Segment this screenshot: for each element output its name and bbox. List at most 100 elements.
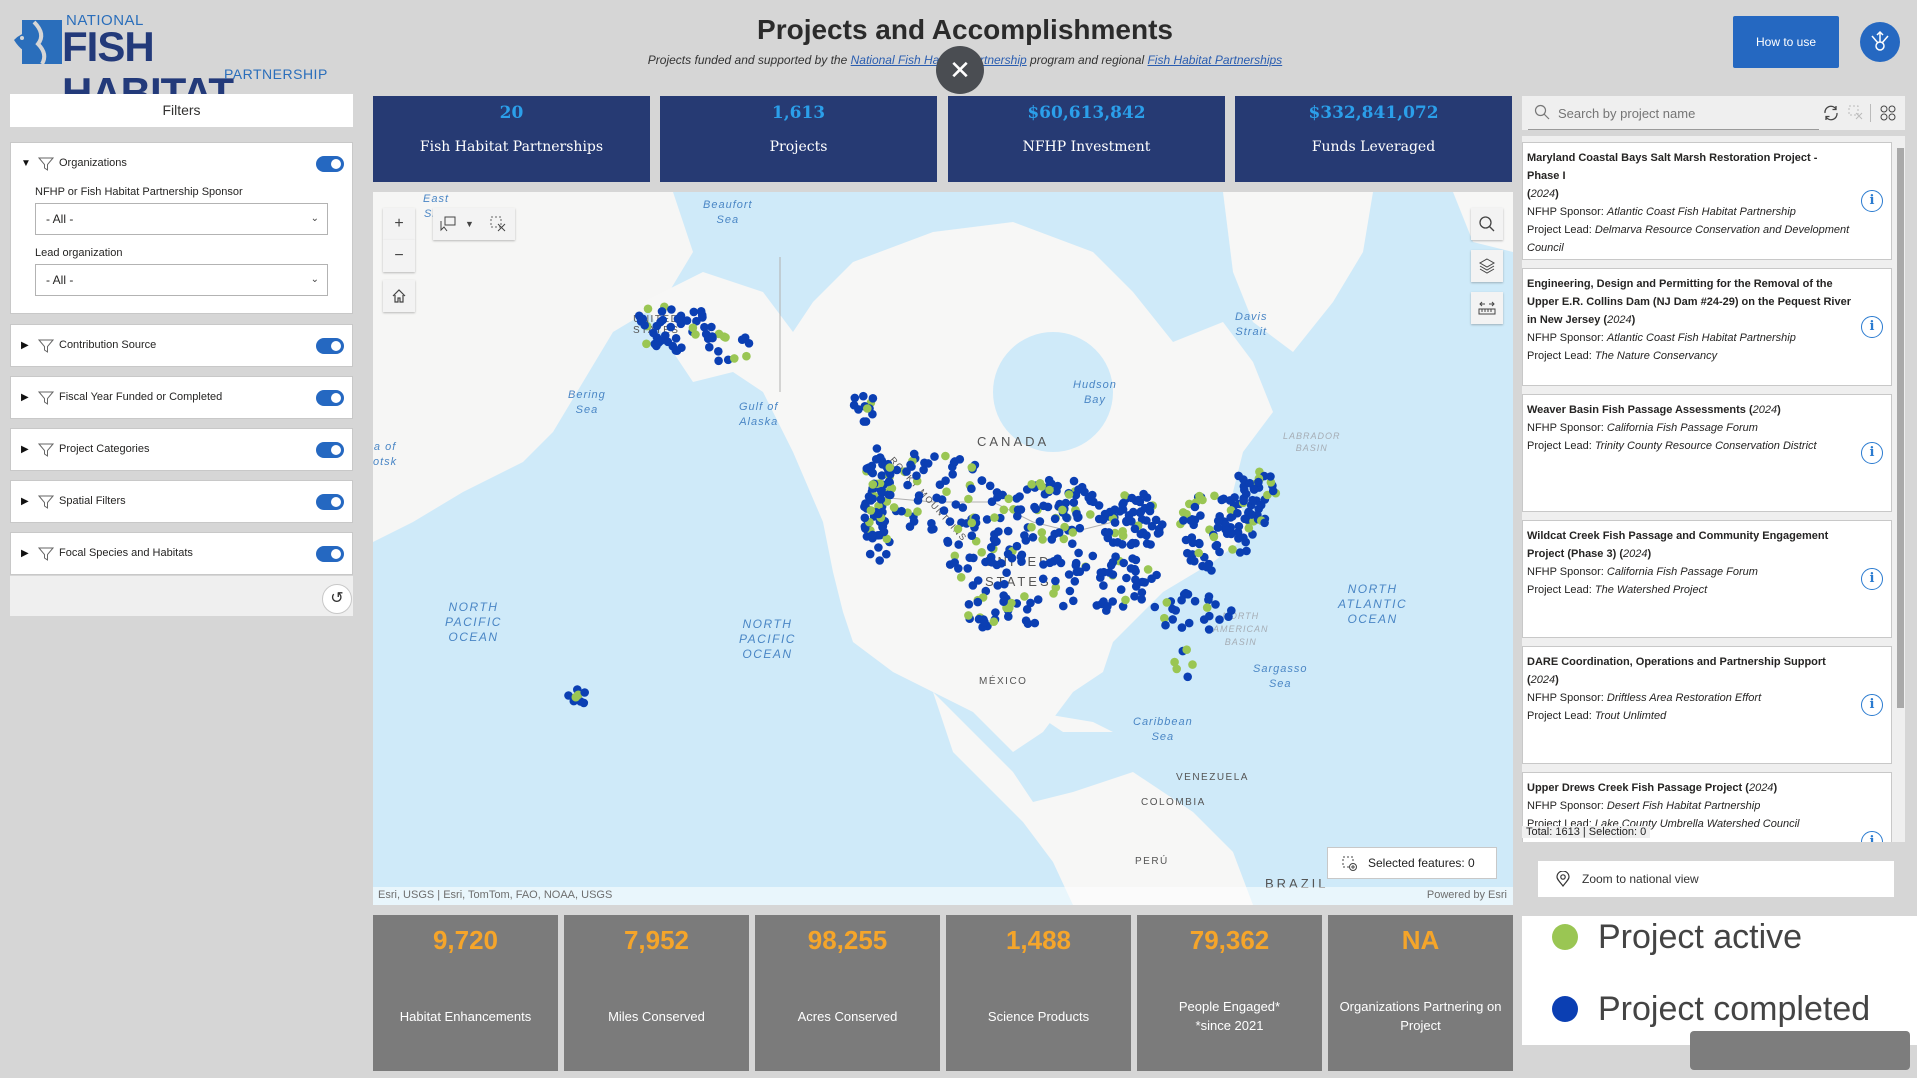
project-point[interactable]: [1039, 501, 1048, 511]
project-point[interactable]: [863, 404, 872, 413]
fhp-link[interactable]: Fish Habitat Partnerships: [1147, 53, 1282, 67]
project-point[interactable]: [1096, 568, 1106, 577]
project-point[interactable]: [1256, 500, 1266, 510]
project-point[interactable]: [875, 556, 884, 565]
project-point[interactable]: [987, 558, 997, 567]
project-point[interactable]: [1140, 578, 1149, 587]
project-point[interactable]: [964, 600, 974, 609]
project-point[interactable]: [927, 519, 936, 528]
project-point[interactable]: [913, 507, 922, 516]
project-point[interactable]: [1204, 625, 1214, 634]
collapse-caret-icon[interactable]: ▼: [21, 158, 31, 169]
project-point[interactable]: [941, 451, 950, 461]
project-point[interactable]: [877, 486, 886, 496]
filter-toggle-fiscal-year[interactable]: [316, 390, 344, 406]
project-point[interactable]: [967, 518, 977, 528]
project-point[interactable]: [937, 495, 947, 504]
project-point[interactable]: [868, 468, 877, 478]
expand-caret-icon[interactable]: ▶: [21, 548, 29, 559]
clear-selection-icon[interactable]: [1848, 105, 1864, 121]
project-point[interactable]: [1064, 490, 1074, 499]
project-point[interactable]: [1182, 645, 1191, 654]
project-point[interactable]: [1161, 620, 1170, 630]
project-point[interactable]: [1240, 514, 1249, 524]
project-point[interactable]: [580, 688, 589, 697]
project-point[interactable]: [721, 333, 730, 342]
filter-toggle-organizations[interactable]: [316, 156, 344, 172]
powered-by-esri[interactable]: Powered by Esri: [1427, 889, 1507, 901]
project-point[interactable]: [950, 558, 959, 567]
project-point[interactable]: [1038, 535, 1047, 544]
project-point[interactable]: [1071, 558, 1081, 568]
project-point[interactable]: [885, 463, 895, 472]
project-point[interactable]: [950, 457, 960, 466]
project-point[interactable]: [1068, 539, 1077, 548]
project-point[interactable]: [1171, 606, 1180, 615]
project-point[interactable]: [1146, 540, 1155, 549]
project-point[interactable]: [642, 339, 651, 349]
project-point[interactable]: [942, 487, 951, 497]
project-point[interactable]: [1235, 548, 1245, 557]
project-point[interactable]: [868, 530, 877, 540]
project-point[interactable]: [868, 480, 878, 489]
project-point[interactable]: [964, 494, 973, 504]
scrollbar-thumb[interactable]: [1897, 148, 1904, 708]
select-by-rectangle-icon[interactable]: [439, 215, 457, 233]
project-card[interactable]: DARE Coordination, Operations and Partne…: [1522, 646, 1892, 764]
project-point[interactable]: [956, 573, 966, 582]
project-point[interactable]: [1131, 555, 1141, 565]
project-point[interactable]: [1104, 528, 1114, 537]
project-point[interactable]: [1239, 533, 1248, 542]
project-point[interactable]: [705, 342, 714, 352]
project-point[interactable]: [1222, 525, 1231, 535]
zoom-to-national-view-button[interactable]: Zoom to national view: [1538, 861, 1894, 897]
project-point[interactable]: [708, 332, 717, 341]
project-card[interactable]: Maryland Coastal Bays Salt Marsh Restora…: [1522, 142, 1892, 260]
project-point[interactable]: [1184, 618, 1194, 628]
project-point[interactable]: [1045, 485, 1054, 495]
project-point[interactable]: [714, 347, 723, 356]
project-point[interactable]: [943, 536, 952, 546]
project-point[interactable]: [1020, 531, 1029, 540]
project-point[interactable]: [1183, 548, 1192, 558]
project-point[interactable]: [1230, 493, 1239, 502]
project-point[interactable]: [954, 540, 963, 549]
project-point[interactable]: [1108, 558, 1118, 567]
project-point[interactable]: [1004, 612, 1013, 621]
project-point[interactable]: [571, 692, 581, 702]
filter-section-focal-species[interactable]: ▶ Focal Species and Habitats: [10, 532, 353, 575]
project-point[interactable]: [1015, 492, 1024, 501]
expand-caret-icon[interactable]: ▶: [21, 340, 29, 351]
sponsor-dropdown[interactable]: - All - ⌄: [35, 203, 328, 235]
info-icon[interactable]: i: [1861, 694, 1883, 716]
project-point[interactable]: [1033, 595, 1043, 604]
project-point[interactable]: [993, 493, 1002, 502]
project-card[interactable]: Weaver Basin Fish Passage Assessments (2…: [1522, 394, 1892, 512]
project-list[interactable]: Maryland Coastal Bays Salt Marsh Restora…: [1522, 136, 1905, 842]
project-point[interactable]: [849, 400, 859, 410]
project-point[interactable]: [871, 455, 881, 464]
filter-section-fiscal-year[interactable]: ▶ Fiscal Year Funded or Completed: [10, 376, 353, 419]
refresh-icon[interactable]: [1822, 104, 1840, 122]
project-point[interactable]: [1212, 540, 1222, 550]
clear-selection-icon[interactable]: [489, 215, 507, 233]
project-point[interactable]: [643, 304, 653, 314]
project-point[interactable]: [993, 581, 1002, 590]
project-point[interactable]: [1012, 541, 1022, 551]
how-to-use-button[interactable]: How to use: [1733, 16, 1839, 68]
project-point[interactable]: [963, 564, 972, 573]
project-point[interactable]: [980, 617, 989, 627]
project-point[interactable]: [1072, 509, 1081, 519]
project-point[interactable]: [868, 394, 878, 403]
project-point[interactable]: [909, 517, 919, 526]
project-point[interactable]: [903, 480, 912, 490]
project-point[interactable]: [914, 491, 924, 500]
project-point[interactable]: [877, 471, 887, 480]
project-point[interactable]: [1137, 588, 1147, 597]
project-point[interactable]: [977, 548, 986, 557]
project-point[interactable]: [874, 543, 883, 552]
project-point[interactable]: [1188, 660, 1197, 669]
project-point[interactable]: [1054, 528, 1064, 537]
project-point[interactable]: [688, 323, 698, 333]
project-point[interactable]: [990, 513, 999, 522]
